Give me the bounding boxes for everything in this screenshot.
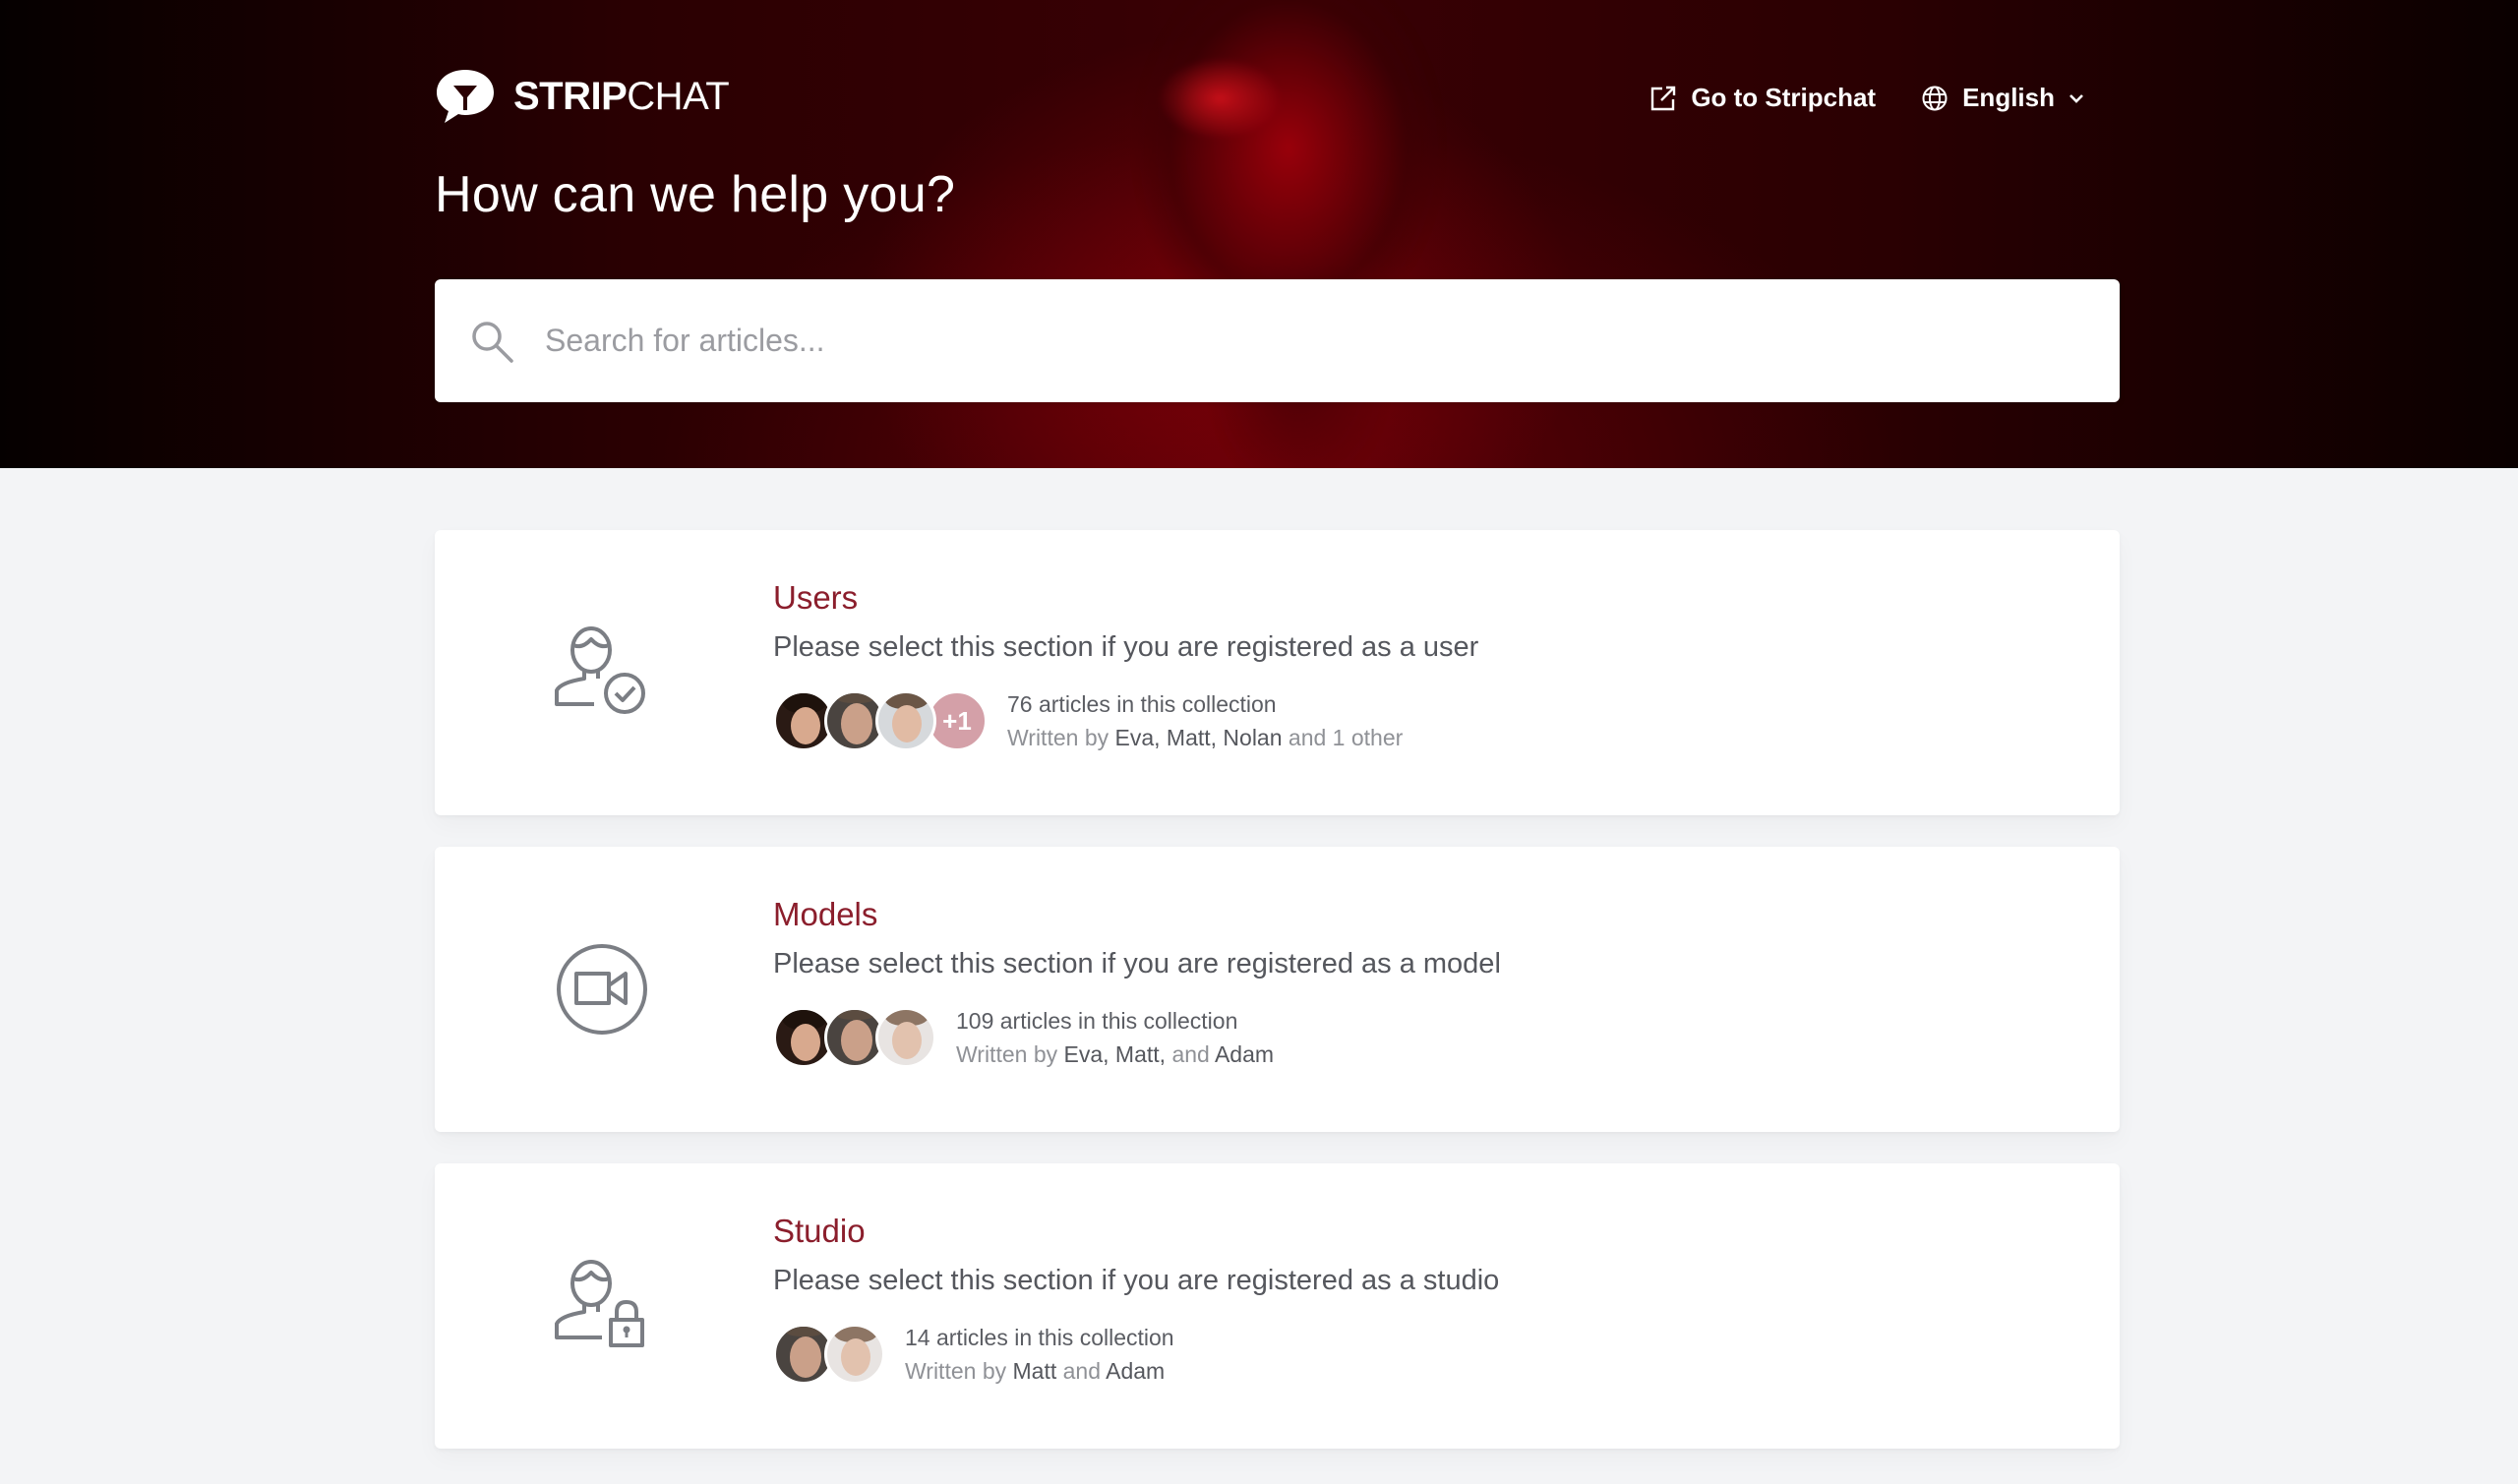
collection-meta: 109 articles in this collection Written … <box>773 1004 1501 1071</box>
collection-meta: 14 articles in this collection Written b… <box>773 1321 1499 1388</box>
collections-list: Users Please select this section if you … <box>435 530 2120 1480</box>
and-text: and <box>1062 1358 1101 1384</box>
collection-description: Please select this section if you are re… <box>773 948 1501 979</box>
brand-name-light: CHAT <box>627 74 730 118</box>
chat-bubble-logo-icon <box>437 70 494 123</box>
avatar-adam <box>824 1324 885 1385</box>
external-link-icon <box>1651 86 1676 110</box>
avatar-adam <box>875 1007 936 1068</box>
collection-title[interactable]: Models <box>773 894 1501 935</box>
language-selector[interactable]: English <box>1921 83 2098 113</box>
brand-name-bold: STRIP <box>513 74 628 118</box>
article-count: 76 articles in this collection <box>1007 691 1277 717</box>
hero-header: STRIPCHAT Go to Stripchat English How ca… <box>0 0 2518 468</box>
search-icon <box>472 321 513 363</box>
top-navigation: Go to Stripchat English <box>1649 83 2098 113</box>
language-label: English <box>1962 83 2055 112</box>
author-avatars: +1 <box>773 690 988 751</box>
collection-title[interactable]: Studio <box>773 1211 1499 1252</box>
go-to-stripchat-link[interactable]: Go to Stripchat <box>1649 83 1876 113</box>
search-input[interactable] <box>545 323 2020 359</box>
user-check-icon <box>555 626 645 714</box>
collection-card-models[interactable]: Models Please select this section if you… <box>435 847 2120 1132</box>
search-bar[interactable] <box>435 279 2120 402</box>
written-by-prefix: Written by <box>956 1041 1058 1067</box>
other-authors-suffix: and 1 other <box>1288 725 1404 750</box>
collection-card-users[interactable]: Users Please select this section if you … <box>435 530 2120 815</box>
video-camera-icon <box>557 944 647 1035</box>
collection-description: Please select this section if you are re… <box>773 631 1479 663</box>
author-names: Matt <box>1012 1358 1057 1384</box>
collection-card-studio[interactable]: Studio Please select this section if you… <box>435 1163 2120 1449</box>
written-by: Written by Matt and Adam <box>905 1354 1174 1388</box>
written-by: Written by Eva, Matt, Nolan and 1 other <box>1007 721 1403 754</box>
author-avatars <box>773 1007 936 1068</box>
brand-name: STRIPCHAT <box>513 74 730 119</box>
collection-description: Please select this section if you are re… <box>773 1265 1500 1296</box>
article-count: 109 articles in this collection <box>956 1008 1238 1034</box>
globe-icon <box>1922 86 1948 110</box>
written-by-prefix: Written by <box>1007 725 1109 750</box>
author-name-last: Adam <box>1106 1358 1166 1384</box>
and-text: and <box>1171 1041 1210 1067</box>
go-to-stripchat-label: Go to Stripchat <box>1691 83 1877 112</box>
avatar-nolan <box>875 690 936 751</box>
collection-title[interactable]: Users <box>773 577 1478 619</box>
page-headline: How can we help you? <box>435 166 956 223</box>
author-names: Eva, Matt, Nolan <box>1114 725 1283 750</box>
user-lock-icon <box>555 1260 644 1347</box>
author-name-last: Adam <box>1214 1041 1275 1067</box>
article-count: 14 articles in this collection <box>905 1325 1174 1350</box>
written-by-prefix: Written by <box>905 1358 1007 1384</box>
chevron-down-icon <box>2069 93 2083 103</box>
author-avatars <box>773 1324 885 1385</box>
author-names: Eva, Matt, <box>1063 1041 1167 1067</box>
stripchat-logo[interactable]: STRIPCHAT <box>435 67 730 126</box>
collection-meta: +1 76 articles in this collection Writte… <box>773 687 1478 754</box>
written-by: Written by Eva, Matt, and Adam <box>956 1038 1274 1071</box>
